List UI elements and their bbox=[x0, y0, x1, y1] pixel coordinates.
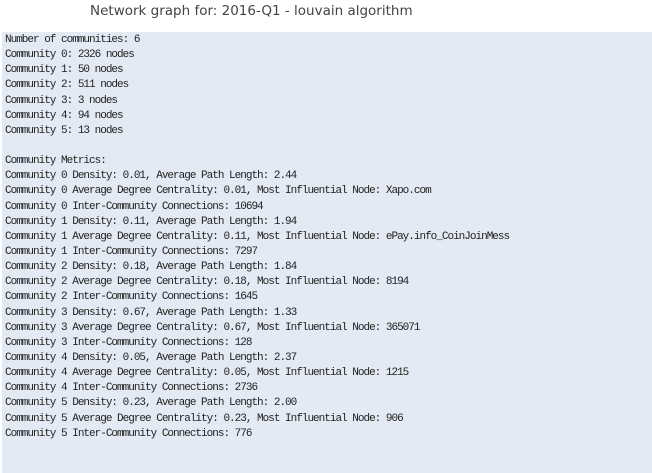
output-line: Community 4: 94 nodes bbox=[5, 109, 124, 122]
output-line: Community 1 Inter-Community Connections:… bbox=[5, 245, 258, 258]
page-title: Network graph for: 2016-Q1 - louvain alg… bbox=[90, 3, 413, 19]
output-line: Community 0 Inter-Community Connections:… bbox=[5, 200, 264, 213]
output-line: Community 1 Density: 0.11, Average Path … bbox=[5, 215, 297, 228]
output-line: Community 5 Average Degree Centrality: 0… bbox=[5, 412, 404, 425]
output-line: Community 1 Average Degree Centrality: 0… bbox=[5, 230, 510, 243]
output-line: Community 4 Inter-Community Connections:… bbox=[5, 382, 258, 395]
output-line: Community 2 Inter-Community Connections:… bbox=[5, 291, 258, 304]
output-line: Community 0 Average Degree Centrality: 0… bbox=[5, 185, 432, 198]
output-line: Community 3: 3 nodes bbox=[5, 94, 118, 107]
output-line: Community 3 Density: 0.67, Average Path … bbox=[5, 306, 297, 319]
output-line: Community 2 Density: 0.18, Average Path … bbox=[5, 261, 297, 274]
output-text: Number of communities: 6 Community 0: 232… bbox=[2, 32, 652, 442]
output-line: Community 4 Density: 0.05, Average Path … bbox=[5, 351, 297, 364]
output-line: Community 5 Density: 0.23, Average Path … bbox=[5, 397, 297, 410]
output-panel: Number of communities: 6 Community 0: 232… bbox=[2, 32, 652, 473]
output-line: Number of communities: 6 bbox=[5, 34, 140, 46]
output-line: Community 5: 13 nodes bbox=[5, 124, 124, 137]
output-line: Community 2 Average Degree Centrality: 0… bbox=[5, 276, 409, 289]
output-line: Community 4 Average Degree Centrality: 0… bbox=[5, 367, 409, 380]
output-line: Community 5 Inter-Community Connections:… bbox=[5, 427, 252, 440]
output-line: Community 2: 511 nodes bbox=[5, 79, 129, 92]
output-line: Community 1: 50 nodes bbox=[5, 64, 124, 77]
output-line: Community 3 Average Degree Centrality: 0… bbox=[5, 321, 420, 334]
output-line: Community 3 Inter-Community Connections:… bbox=[5, 336, 252, 349]
output-line: Community 0: 2326 nodes bbox=[5, 49, 135, 62]
output-line: Community Metrics: bbox=[5, 155, 107, 168]
output-line: Community 0 Density: 0.01, Average Path … bbox=[5, 170, 297, 183]
